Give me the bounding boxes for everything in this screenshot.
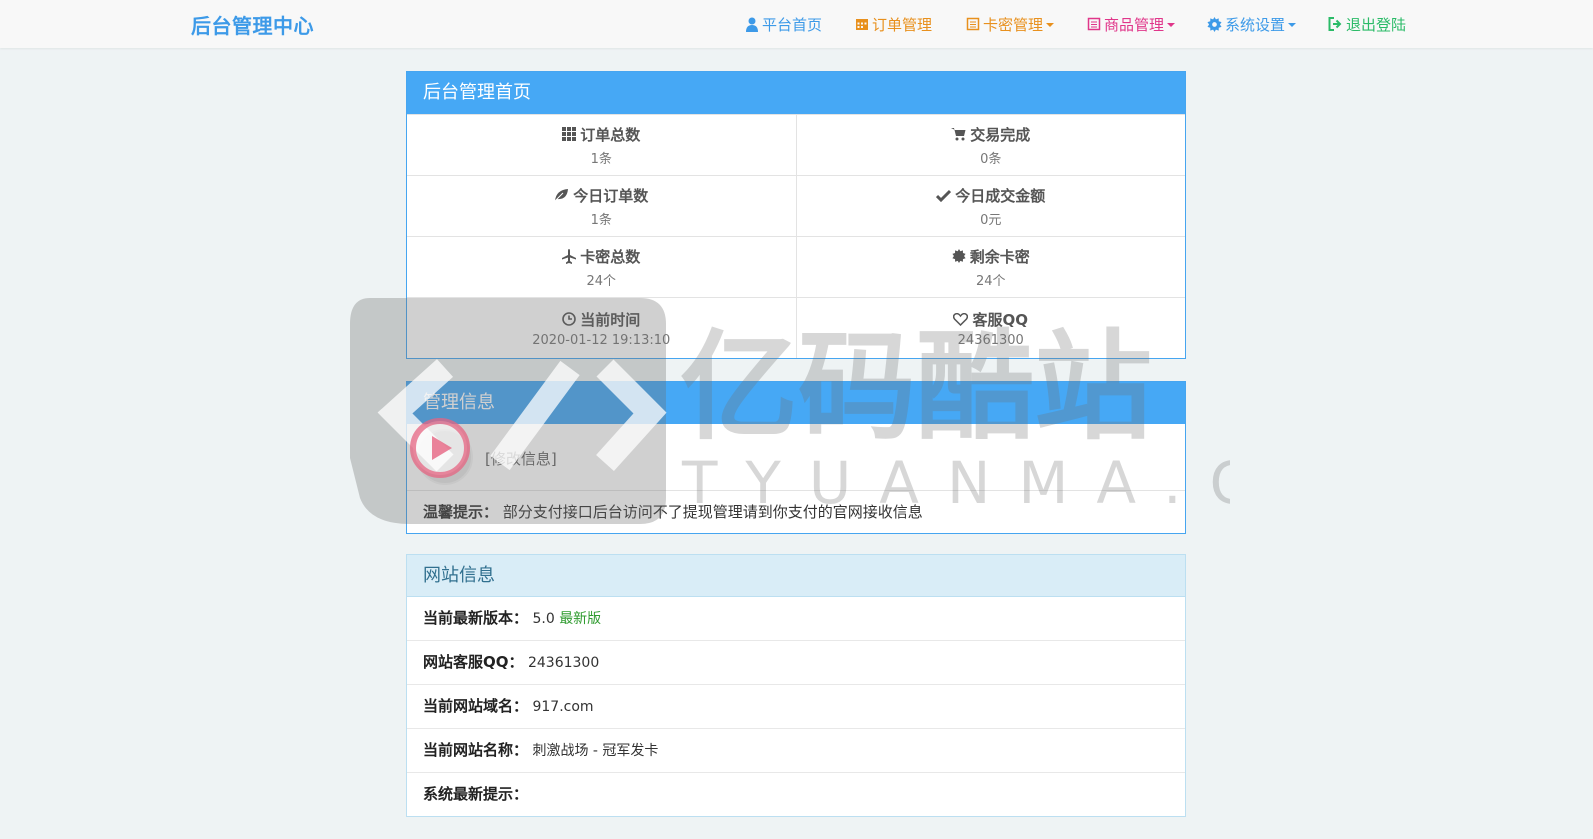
stat-cell: 客服QQ 24361300 bbox=[795, 297, 1185, 358]
info-value: 5.0 bbox=[532, 611, 555, 627]
calendar-icon bbox=[856, 19, 868, 30]
info-value: 刺激战场 - 冠军发卡 bbox=[532, 743, 659, 759]
clock-icon bbox=[562, 312, 577, 326]
nav-cards-dropdown[interactable]: 卡密管理 bbox=[966, 14, 1055, 34]
nav-goods-dropdown[interactable]: 商品管理 bbox=[1087, 14, 1176, 34]
admin-profile-row: [修改信息] bbox=[407, 424, 1185, 491]
info-label: 网站客服QQ： bbox=[423, 653, 524, 671]
stat-value: 1条 bbox=[590, 151, 612, 167]
grid-icon bbox=[562, 127, 577, 141]
stats-table: 订单总数 1条 交易完成 0条 今日订单数 1条 今日成交金额 0元 卡密总数 … bbox=[407, 114, 1185, 358]
info-row-sitename: 当前网站名称： 刺激战场 - 冠军发卡 bbox=[407, 729, 1185, 773]
nav-goods-label: 商品管理 bbox=[1104, 15, 1165, 34]
info-label: 当前最新版本： bbox=[423, 609, 529, 627]
stat-label: 交易完成 bbox=[970, 125, 1031, 144]
nav-home[interactable]: 平台首页 bbox=[745, 14, 822, 34]
heart-icon bbox=[953, 312, 969, 326]
stat-value: 24个 bbox=[975, 273, 1006, 289]
stat-cell: 今日成交金额 0元 bbox=[795, 175, 1185, 237]
stat-cell: 交易完成 0条 bbox=[795, 114, 1185, 176]
nav-logout-label: 退出登陆 bbox=[1346, 15, 1407, 34]
logout-icon bbox=[1328, 17, 1342, 31]
info-value: 24361300 bbox=[527, 655, 600, 671]
chevron-down-icon bbox=[1046, 23, 1055, 27]
nav-settings-label: 系统设置 bbox=[1225, 15, 1286, 34]
top-navbar: 后台管理中心 平台首页 订单管理 卡密管理 商品管理 系统设置 退出登陆 bbox=[0, 0, 1593, 48]
plane-icon bbox=[562, 248, 577, 264]
stat-cell: 剩余卡密 24个 bbox=[795, 236, 1185, 298]
nav-settings-dropdown[interactable]: 系统设置 bbox=[1207, 14, 1297, 34]
cog-burst-icon bbox=[952, 249, 966, 263]
info-row-domain: 当前网站域名： 917.com bbox=[407, 685, 1185, 729]
stat-cell: 卡密总数 24个 bbox=[407, 236, 796, 298]
chevron-down-icon bbox=[1288, 23, 1297, 27]
info-label: 当前网站域名： bbox=[423, 697, 529, 715]
admin-info-title: 管理信息 bbox=[407, 382, 1185, 424]
info-label: 当前网站名称： bbox=[423, 741, 529, 759]
warm-tip: 温馨提示： 部分支付接口后台访问不了提现管理请到你支付的官网接收信息 bbox=[407, 491, 1185, 533]
leaf-icon bbox=[554, 189, 569, 202]
brand-title[interactable]: 后台管理中心 bbox=[191, 10, 314, 39]
warm-tip-label: 温馨提示： bbox=[423, 503, 499, 521]
info-row-qq: 网站客服QQ： 24361300 bbox=[407, 641, 1185, 685]
site-info-panel: 网站信息 当前最新版本： 5.0 最新版 网站客服QQ： 24361300 当前… bbox=[406, 554, 1186, 817]
nav-cards-label: 卡密管理 bbox=[983, 15, 1044, 34]
user-icon bbox=[746, 17, 758, 32]
stat-label: 卡密总数 bbox=[580, 247, 641, 266]
latest-badge: 最新版 bbox=[559, 611, 602, 627]
stat-value: 0元 bbox=[980, 212, 1002, 228]
stat-label: 剩余卡密 bbox=[969, 247, 1030, 266]
info-value: 917.com bbox=[532, 699, 594, 715]
nav-home-label: 平台首页 bbox=[762, 15, 823, 34]
stat-value: 24361300 bbox=[957, 332, 1024, 348]
stat-label: 订单总数 bbox=[580, 125, 641, 144]
info-label: 系统最新提示： bbox=[423, 785, 529, 803]
nav-logout[interactable]: 退出登陆 bbox=[1328, 14, 1406, 34]
stat-value: 24个 bbox=[586, 273, 617, 289]
nav-orders[interactable]: 订单管理 bbox=[855, 14, 932, 34]
stat-value: 2020-01-12 19:13:10 bbox=[532, 332, 671, 348]
gear-icon bbox=[1207, 16, 1222, 32]
check-icon bbox=[936, 189, 952, 202]
stat-value: 1条 bbox=[590, 212, 612, 228]
dashboard-panel: 后台管理首页 订单总数 1条 交易完成 0条 今日订单数 1条 今日成交金额 0… bbox=[406, 71, 1186, 359]
stat-cell: 当前时间 2020-01-12 19:13:10 bbox=[407, 297, 796, 358]
stat-cell: 订单总数 1条 bbox=[407, 114, 796, 176]
site-info-title: 网站信息 bbox=[407, 555, 1185, 597]
admin-info-panel: 管理信息 [修改信息] 温馨提示： 部分支付接口后台访问不了提现管理请到你支付的… bbox=[406, 381, 1186, 534]
info-row-version: 当前最新版本： 5.0 最新版 bbox=[407, 597, 1185, 641]
stat-label: 今日订单数 bbox=[573, 186, 649, 205]
stat-value: 0条 bbox=[980, 151, 1002, 167]
stat-label: 今日成交金额 bbox=[955, 186, 1046, 205]
modify-info-link[interactable]: [修改信息] bbox=[485, 448, 557, 469]
warm-tip-text: 部分支付接口后台访问不了提现管理请到你支付的官网接收信息 bbox=[502, 503, 923, 521]
info-row-notice: 系统最新提示： bbox=[407, 773, 1185, 816]
cart-icon bbox=[951, 128, 966, 141]
list-icon bbox=[1087, 17, 1101, 31]
nav-orders-label: 订单管理 bbox=[872, 15, 933, 34]
chevron-down-icon bbox=[1167, 23, 1176, 27]
list-icon bbox=[966, 17, 980, 31]
avatar bbox=[417, 429, 473, 485]
stat-label: 当前时间 bbox=[580, 310, 641, 329]
stat-label: 客服QQ bbox=[972, 310, 1028, 329]
stat-cell: 今日订单数 1条 bbox=[407, 175, 796, 237]
dashboard-title: 后台管理首页 bbox=[407, 72, 1185, 114]
